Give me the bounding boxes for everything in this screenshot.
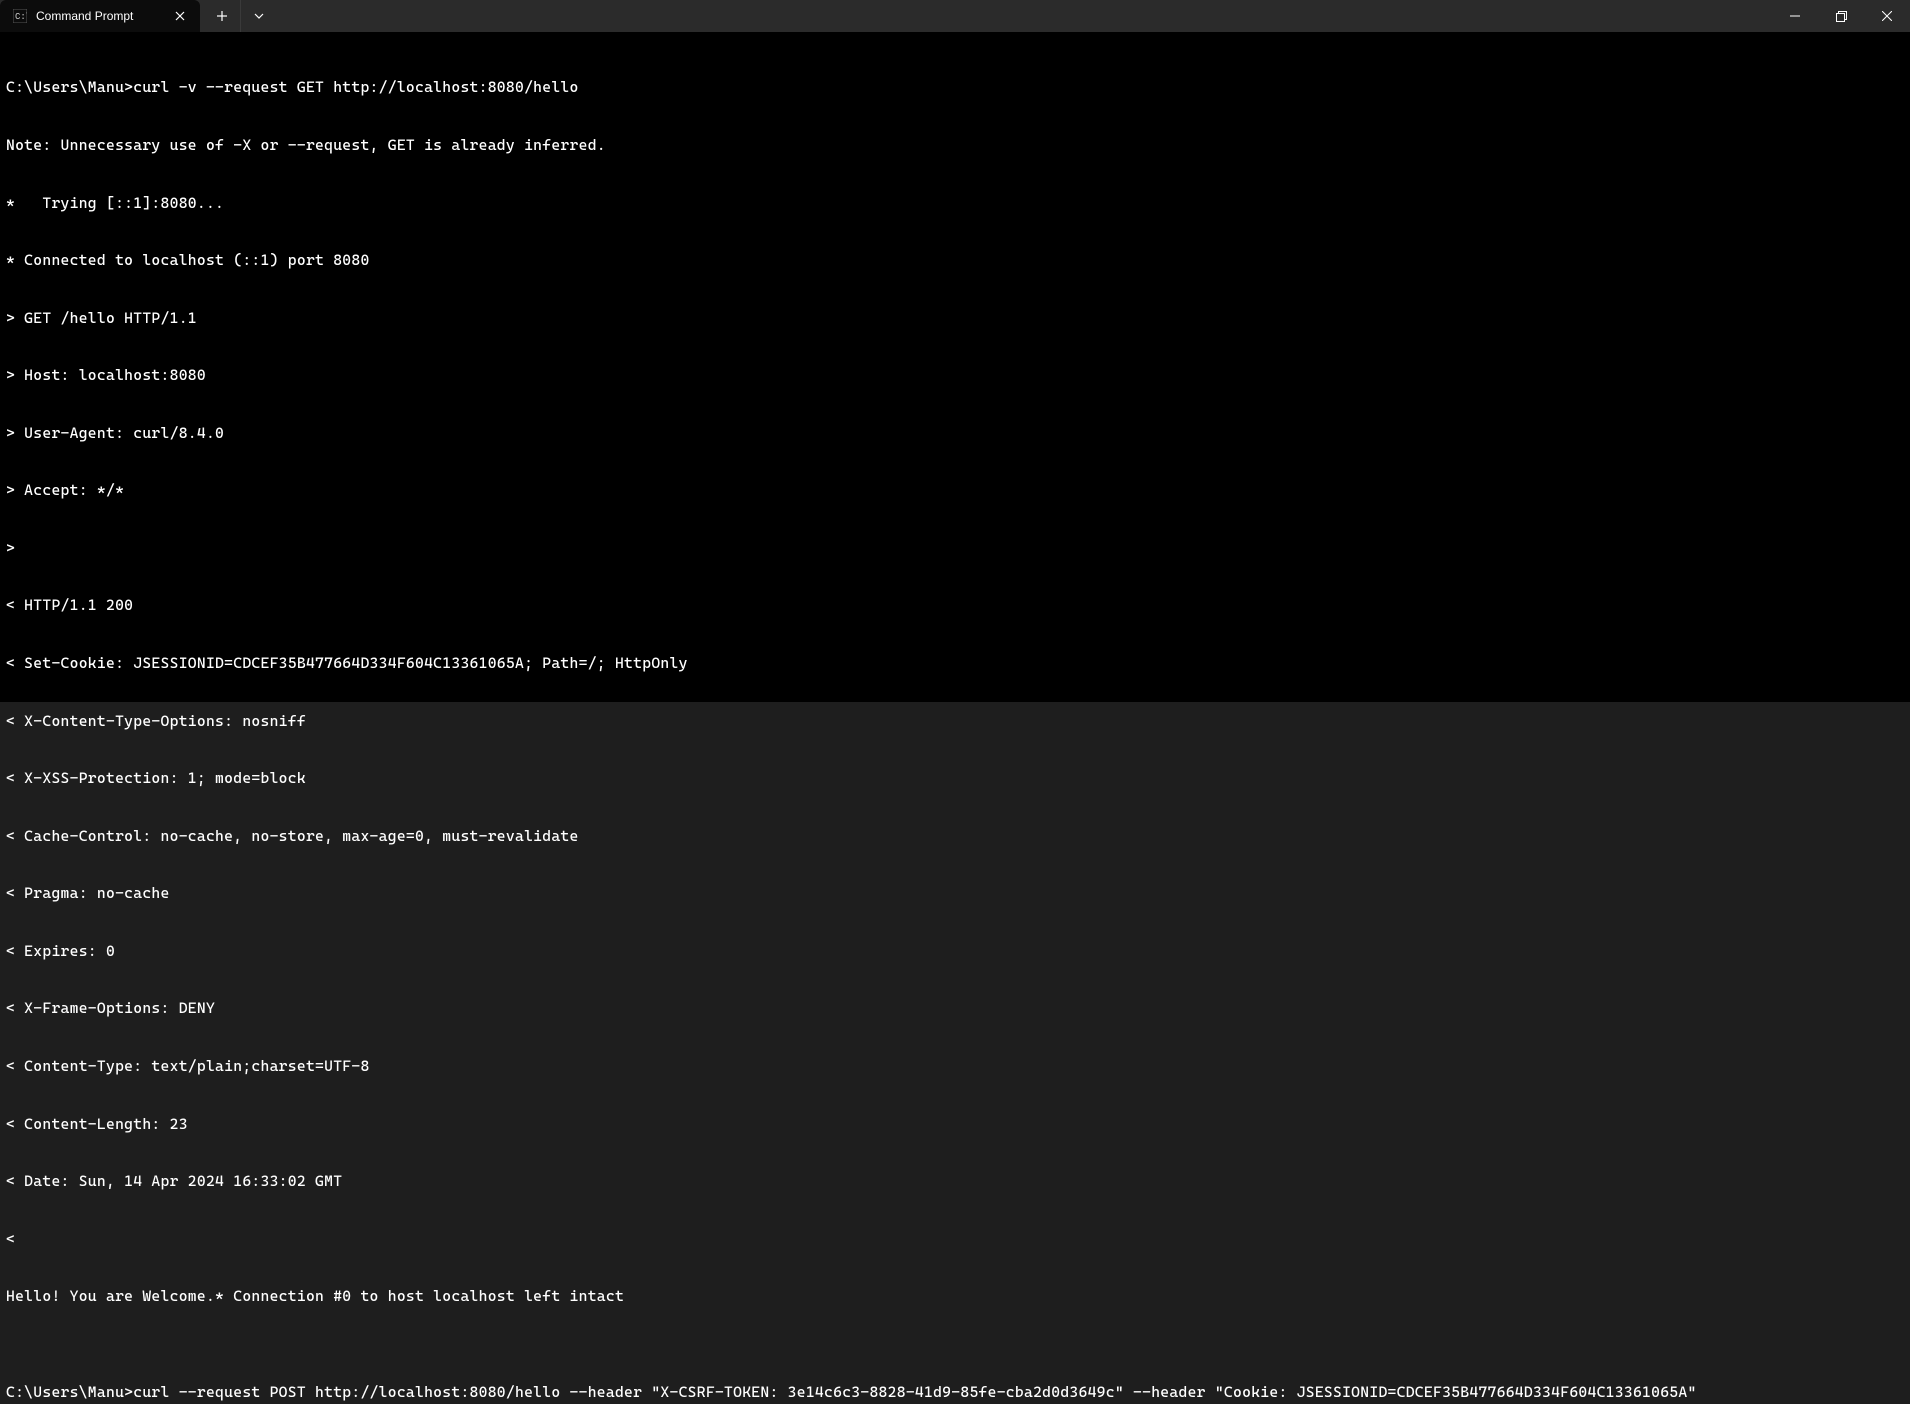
terminal-line: > User-Agent: curl/8.4.0 — [6, 424, 1904, 443]
tab-close-button[interactable] — [172, 8, 188, 24]
terminal-line: < Date: Sun, 14 Apr 2024 16:33:02 GMT — [6, 1172, 1904, 1191]
tab-dropdown-button[interactable] — [240, 0, 276, 32]
terminal-line: < Set-Cookie: JSESSIONID=CDCEF35B477664D… — [6, 654, 1904, 673]
minimize-button[interactable] — [1772, 0, 1818, 32]
terminal-line: < HTTP/1.1 200 — [6, 596, 1904, 615]
terminal-line: < X-XSS-Protection: 1; mode=block — [6, 769, 1904, 788]
tab-active[interactable]: C:\ Command Prompt — [0, 0, 200, 32]
cmd-icon: C:\ — [12, 8, 28, 24]
svg-text:C:\: C:\ — [15, 12, 27, 22]
window-controls — [1772, 0, 1910, 32]
terminal-line: > GET /hello HTTP/1.1 — [6, 309, 1904, 328]
terminal-line: > Accept: */* — [6, 481, 1904, 500]
terminal-line: C:\Users\Manu>curl --request POST http:/… — [6, 1383, 1904, 1402]
terminal-line: < — [6, 1230, 1904, 1249]
terminal-line: > Host: localhost:8080 — [6, 366, 1904, 385]
terminal-line: < Content-Type: text/plain;charset=UTF-8 — [6, 1057, 1904, 1076]
terminal-line: Hello! You are Welcome.* Connection #0 t… — [6, 1287, 1904, 1306]
terminal-line: < Content-Length: 23 — [6, 1115, 1904, 1134]
maximize-button[interactable] — [1818, 0, 1864, 32]
terminal-content[interactable]: C:\Users\Manu>curl -v --request GET http… — [0, 32, 1910, 702]
close-button[interactable] — [1864, 0, 1910, 32]
terminal-line: Note: Unnecessary use of -X or --request… — [6, 136, 1904, 155]
tab-title: Command Prompt — [36, 9, 164, 23]
terminal-line: * Connected to localhost (::1) port 8080 — [6, 251, 1904, 270]
terminal-line: < X-Content-Type-Options: nosniff — [6, 712, 1904, 731]
title-bar: C:\ Command Prompt — [0, 0, 1910, 32]
tabs-section: C:\ Command Prompt — [0, 0, 280, 32]
terminal-line: < X-Frame-Options: DENY — [6, 999, 1904, 1018]
terminal-line: C:\Users\Manu>curl -v --request GET http… — [6, 78, 1904, 97]
new-tab-button[interactable] — [204, 0, 240, 32]
terminal-line: < Expires: 0 — [6, 942, 1904, 961]
terminal-line: > — [6, 539, 1904, 558]
terminal-line: * Trying [::1]:8080... — [6, 194, 1904, 213]
tab-actions — [200, 0, 280, 32]
terminal-line: < Pragma: no-cache — [6, 884, 1904, 903]
terminal-line: < Cache-Control: no-cache, no-store, max… — [6, 827, 1904, 846]
